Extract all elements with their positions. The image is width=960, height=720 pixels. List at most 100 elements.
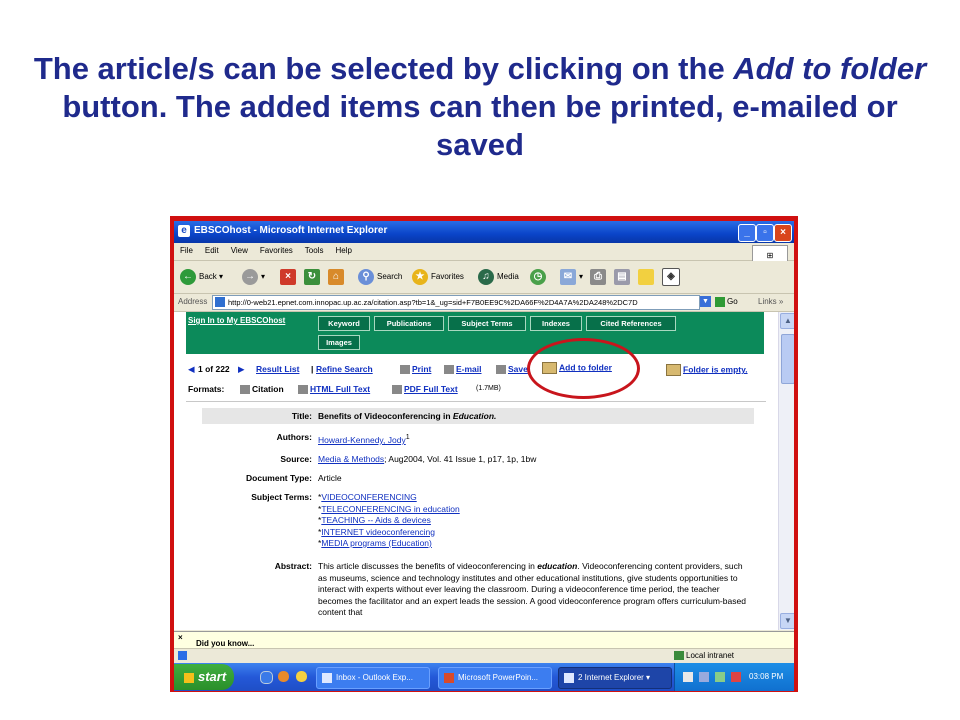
edit-button[interactable]: ▤	[614, 268, 633, 286]
title-bar[interactable]: e EBSCOhost - Microsoft Internet Explore…	[174, 221, 794, 243]
links-button[interactable]: Links »	[758, 297, 783, 306]
doctype-value: Article	[318, 473, 342, 483]
scroll-up-icon[interactable]: ▲	[780, 313, 794, 329]
subject-link-internet[interactable]: INTERNET videoconferencing	[321, 527, 435, 537]
print-icon	[400, 365, 410, 375]
pdf-full-text-link[interactable]: PDF Full Text	[392, 384, 458, 395]
tab-cited-references[interactable]: Cited References	[586, 316, 676, 331]
author-affiliation-marker: 1	[405, 433, 410, 441]
help-tray-icon[interactable]	[683, 672, 693, 682]
html-full-text-link[interactable]: HTML Full Text	[298, 384, 370, 395]
refresh-icon: ↻	[304, 268, 320, 285]
html-icon	[298, 385, 308, 395]
sign-in-link[interactable]: Sign In to My EBSCOhost	[188, 316, 285, 325]
email-link[interactable]: E-mail	[444, 364, 482, 375]
messenger-button[interactable]: ◈	[662, 268, 683, 286]
info-bar-text[interactable]: Did you know...	[196, 639, 254, 648]
browser-window: e EBSCOhost - Microsoft Internet Explore…	[174, 221, 794, 691]
prev-arrow-icon[interactable]: ◀	[188, 364, 195, 375]
menu-file[interactable]: File	[174, 243, 199, 255]
back-label: Back	[199, 272, 217, 281]
go-arrow-icon	[715, 297, 725, 307]
quicklaunch-outlook-icon[interactable]	[278, 671, 289, 682]
go-button[interactable]: Go	[715, 297, 738, 307]
tab-indexes[interactable]: Indexes	[530, 316, 582, 331]
scroll-thumb[interactable]	[781, 334, 794, 384]
vertical-scrollbar[interactable]: ▲ ▼	[778, 312, 794, 630]
folder-status-link[interactable]: Folder is empty.	[666, 364, 748, 376]
address-dropdown-icon[interactable]: ▼	[700, 296, 711, 307]
media-icon: ♫	[478, 268, 494, 285]
scroll-down-icon[interactable]: ▼	[780, 613, 794, 629]
back-arrow-icon: ←	[180, 268, 196, 285]
citation-icon	[240, 385, 250, 395]
author-link[interactable]: Howard-Kennedy, Jody	[318, 435, 406, 445]
mail-icon: ✉	[560, 268, 576, 285]
antivirus-tray-icon[interactable]	[731, 672, 741, 682]
quicklaunch-media-icon[interactable]	[296, 671, 307, 682]
title-value-em: Education.	[452, 411, 497, 421]
result-list-link[interactable]: Result List	[256, 364, 299, 374]
history-button[interactable]: ◷	[530, 268, 549, 286]
menu-help[interactable]: Help	[329, 243, 357, 255]
subject-link-media-programs[interactable]: MEDIA programs (Education)	[321, 538, 432, 548]
favorites-button[interactable]: ★ Favorites	[412, 268, 464, 286]
task-internet-explorer[interactable]: 2 Internet Explorer ▾	[558, 667, 672, 689]
subject-link-teaching[interactable]: TEACHING -- Aids & devices	[321, 515, 431, 525]
subject-term: *TELECONFERENCING in education	[318, 504, 750, 516]
minimize-button[interactable]: _	[738, 224, 756, 242]
subject-link-teleconferencing[interactable]: TELECONFERENCING in education	[321, 504, 459, 514]
task-outlook[interactable]: Inbox - Outlook Exp...	[316, 667, 430, 689]
pdf-full-text-label: PDF Full Text	[404, 384, 458, 394]
subject-term: *INTERNET videoconferencing	[318, 527, 750, 539]
refine-search-link[interactable]: Refine Search	[316, 364, 373, 374]
subject-link-videoconferencing[interactable]: VIDEOCONFERENCING	[321, 492, 416, 502]
mail-button[interactable]: ✉ ▾	[560, 268, 583, 286]
print-link[interactable]: Print	[400, 364, 431, 375]
divider	[186, 401, 766, 402]
start-button[interactable]: start	[174, 664, 234, 690]
media-button[interactable]: ♫ Media	[478, 268, 519, 286]
discuss-button[interactable]	[638, 268, 657, 286]
maximize-button[interactable]: ▫	[756, 224, 774, 242]
print-button[interactable]: ⎙	[590, 268, 609, 286]
search-button[interactable]: ⚲ Search	[358, 268, 402, 286]
task-powerpoint-label: Microsoft PowerPoin...	[458, 673, 539, 682]
tab-images[interactable]: Images	[318, 335, 360, 350]
save-link[interactable]: Save	[496, 364, 528, 375]
tab-keyword[interactable]: Keyword	[318, 316, 370, 331]
volume-tray-icon[interactable]	[715, 672, 725, 682]
refresh-button[interactable]: ↻	[304, 268, 323, 286]
quicklaunch-ie-icon[interactable]	[260, 671, 273, 684]
menu-favorites[interactable]: Favorites	[254, 243, 299, 255]
tab-subject-terms[interactable]: Subject Terms	[448, 316, 526, 331]
tab-publications[interactable]: Publications	[374, 316, 444, 331]
task-powerpoint[interactable]: Microsoft PowerPoin...	[438, 667, 552, 689]
back-button[interactable]: ← Back ▾	[180, 268, 223, 286]
source-link[interactable]: Media & Methods	[318, 454, 384, 464]
home-button[interactable]: ⌂	[328, 268, 347, 286]
start-label: start	[198, 669, 227, 684]
forward-button[interactable]: → ▾	[242, 268, 265, 286]
ie-icon: e	[178, 225, 190, 237]
stop-button[interactable]: ×	[280, 268, 299, 286]
abstract-emphasis: education	[537, 561, 578, 571]
address-input[interactable]: http://0-web21.epnet.com.innopac.up.ac.z…	[212, 295, 700, 310]
network-tray-icon[interactable]	[699, 672, 709, 682]
menu-tools[interactable]: Tools	[299, 243, 330, 255]
task-outlook-label: Inbox - Outlook Exp...	[336, 673, 413, 682]
favorites-star-icon: ★	[412, 268, 428, 285]
menu-edit[interactable]: Edit	[199, 243, 225, 255]
next-arrow-icon[interactable]: ▶	[238, 364, 245, 375]
slide-heading: The article/s can be selected by clickin…	[20, 50, 940, 164]
info-bar-close-icon[interactable]: ×	[178, 633, 183, 642]
close-button[interactable]: ×	[774, 224, 792, 242]
highlight-circle	[527, 338, 640, 399]
search-icon: ⚲	[358, 268, 374, 285]
pdf-icon	[392, 385, 402, 395]
result-position: 1 of 222	[198, 364, 230, 374]
status-bar: Local intranet	[174, 648, 794, 663]
menu-view[interactable]: View	[225, 243, 254, 255]
address-label: Address	[178, 297, 208, 306]
subject-terms-list: *VIDEOCONFERENCING *TELECONFERENCING in …	[318, 492, 750, 550]
